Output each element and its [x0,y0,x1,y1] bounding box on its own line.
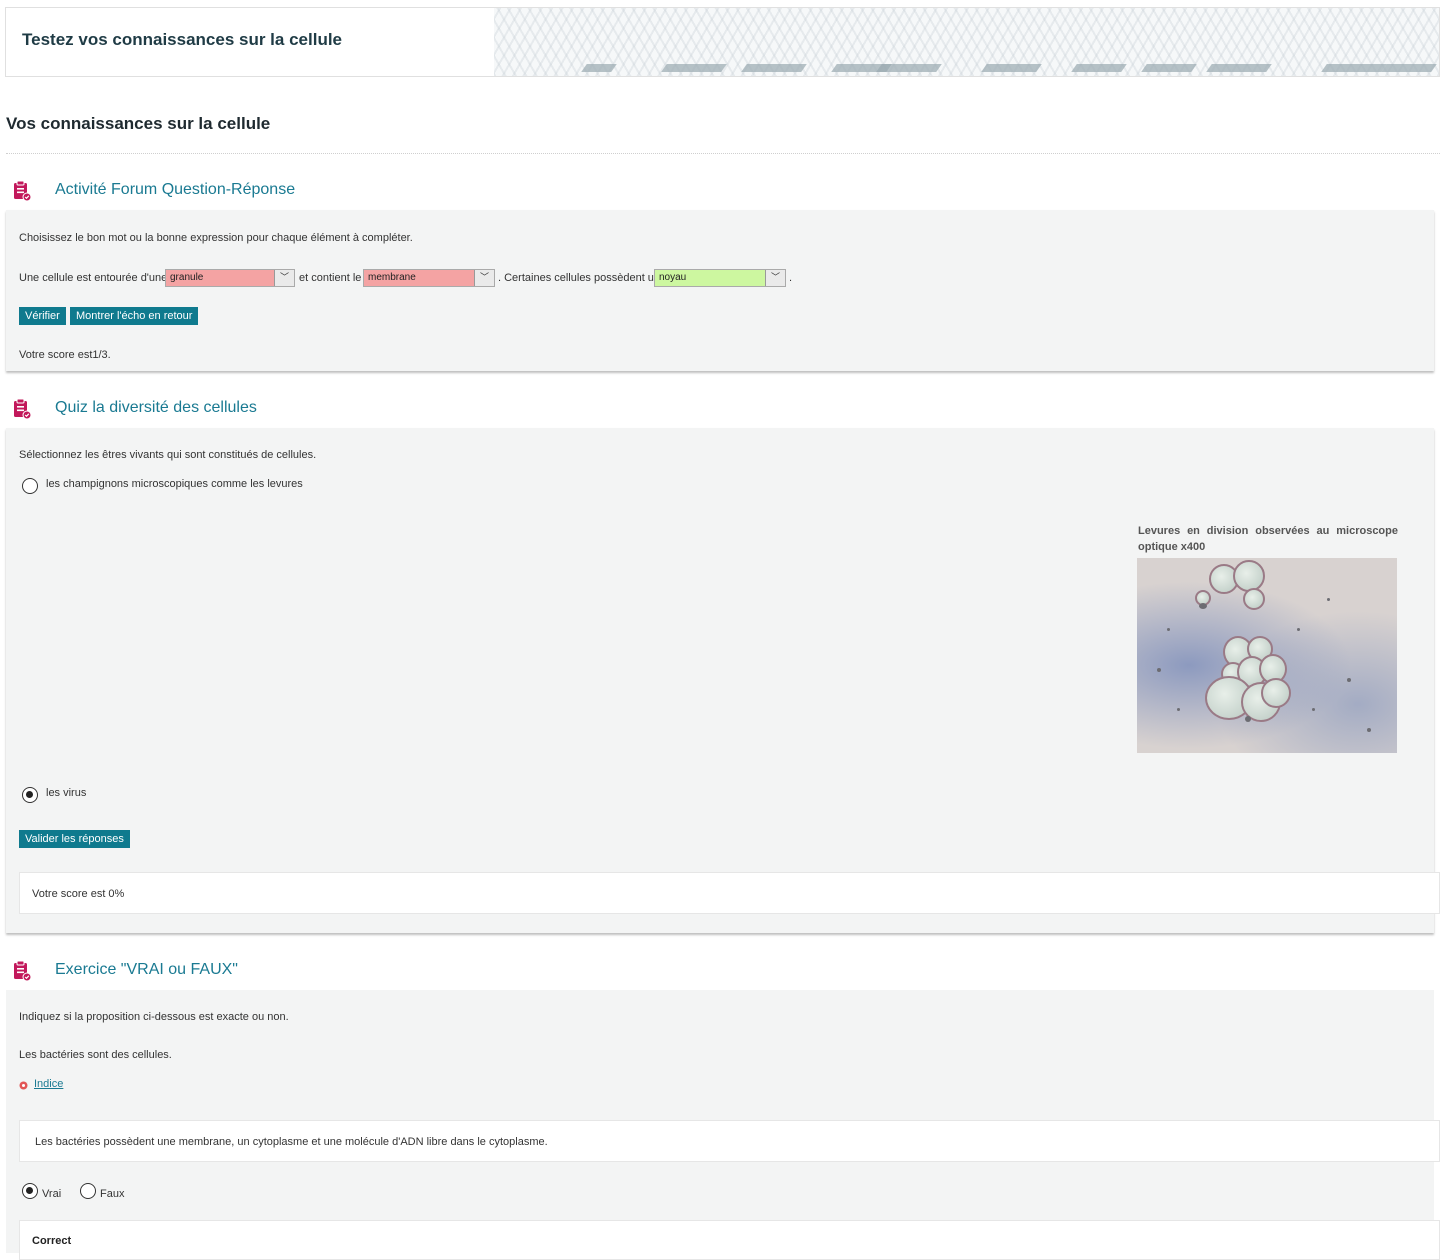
clipboard-check-icon [14,960,31,982]
page-banner: Testez vos connaissances sur la cellule [5,7,1440,77]
chevron-down-icon: ﹀ [274,270,294,286]
select-value: noyau [659,272,687,283]
instruction-text: Choisissez le bon mot ou la bonne expres… [19,232,413,244]
blank-select-2[interactable]: membrane ﹀ [363,269,495,287]
option-label[interactable]: Faux [100,1188,124,1200]
option-label[interactable]: les virus [46,787,86,799]
hint-text: Les bactéries possèdent une membrane, un… [35,1136,548,1148]
select-value: membrane [368,272,416,283]
sentence-part-1: Une cellule est entourée d'une [19,272,168,284]
verify-button[interactable]: Vérifier [19,307,66,325]
show-feedback-button[interactable]: Montrer l'écho en retour [70,307,199,325]
instruction-text: Sélectionnez les êtres vivants qui sont … [19,449,317,461]
image-caption: Levures en division observées au microsc… [1138,525,1398,553]
validate-answers-button[interactable]: Valider les réponses [19,830,130,848]
section-title: Vos connaissances sur la cellule [6,114,271,133]
statement-text: Les bactéries sont des cellules. [19,1049,172,1061]
score-text: Votre score est1/3. [19,349,111,361]
activity-header-true-false: Exercice "VRAI ou FAUX" [6,952,1440,990]
hint-box: Les bactéries possèdent une membrane, un… [19,1120,1440,1162]
hint-icon [19,1081,28,1090]
score-box: Votre score est 0% [19,872,1440,914]
sentence-part-4: . [789,272,793,284]
activity-header-quiz: Quiz la diversité des cellules [6,390,1440,428]
option-label[interactable]: Vrai [42,1188,61,1200]
option-label[interactable]: les champignons microscopiques comme les… [46,478,303,490]
instruction-text: Indiquez si la proposition ci-dessous es… [19,1011,289,1023]
banner-decoration [494,8,1439,76]
select-value: granule [170,272,204,283]
activity-header-forum: Activité Forum Question-Réponse [6,172,1440,210]
activity-title[interactable]: Quiz la diversité des cellules [55,399,257,417]
option-radio-yeast[interactable] [22,478,38,494]
blank-select-1[interactable]: granule ﹀ [165,269,295,287]
yeast-microscope-image [1137,558,1397,753]
activity-title[interactable]: Exercice "VRAI ou FAUX" [55,961,238,979]
sentence-part-2: et contient le [299,272,362,284]
sentence-part-3: . Certaines cellules possèdent un [498,272,661,284]
score-text: Votre score est 0% [32,888,125,900]
option-radio-virus[interactable] [22,787,38,803]
chevron-down-icon: ﹀ [765,270,785,286]
chevron-down-icon: ﹀ [474,270,494,286]
option-radio-false[interactable] [80,1183,96,1199]
result-text: Correct [32,1235,72,1247]
clipboard-check-icon [14,180,31,202]
hint-link[interactable]: Indice [34,1078,63,1090]
divider [6,153,1440,154]
activity-title[interactable]: Activité Forum Question-Réponse [55,181,295,199]
blank-select-3[interactable]: noyau ﹀ [654,269,786,287]
clipboard-check-icon [14,398,31,420]
option-radio-true[interactable] [22,1183,38,1199]
banner-title: Testez vos connaissances sur la cellule [22,30,343,49]
result-box: Correct [19,1220,1440,1260]
